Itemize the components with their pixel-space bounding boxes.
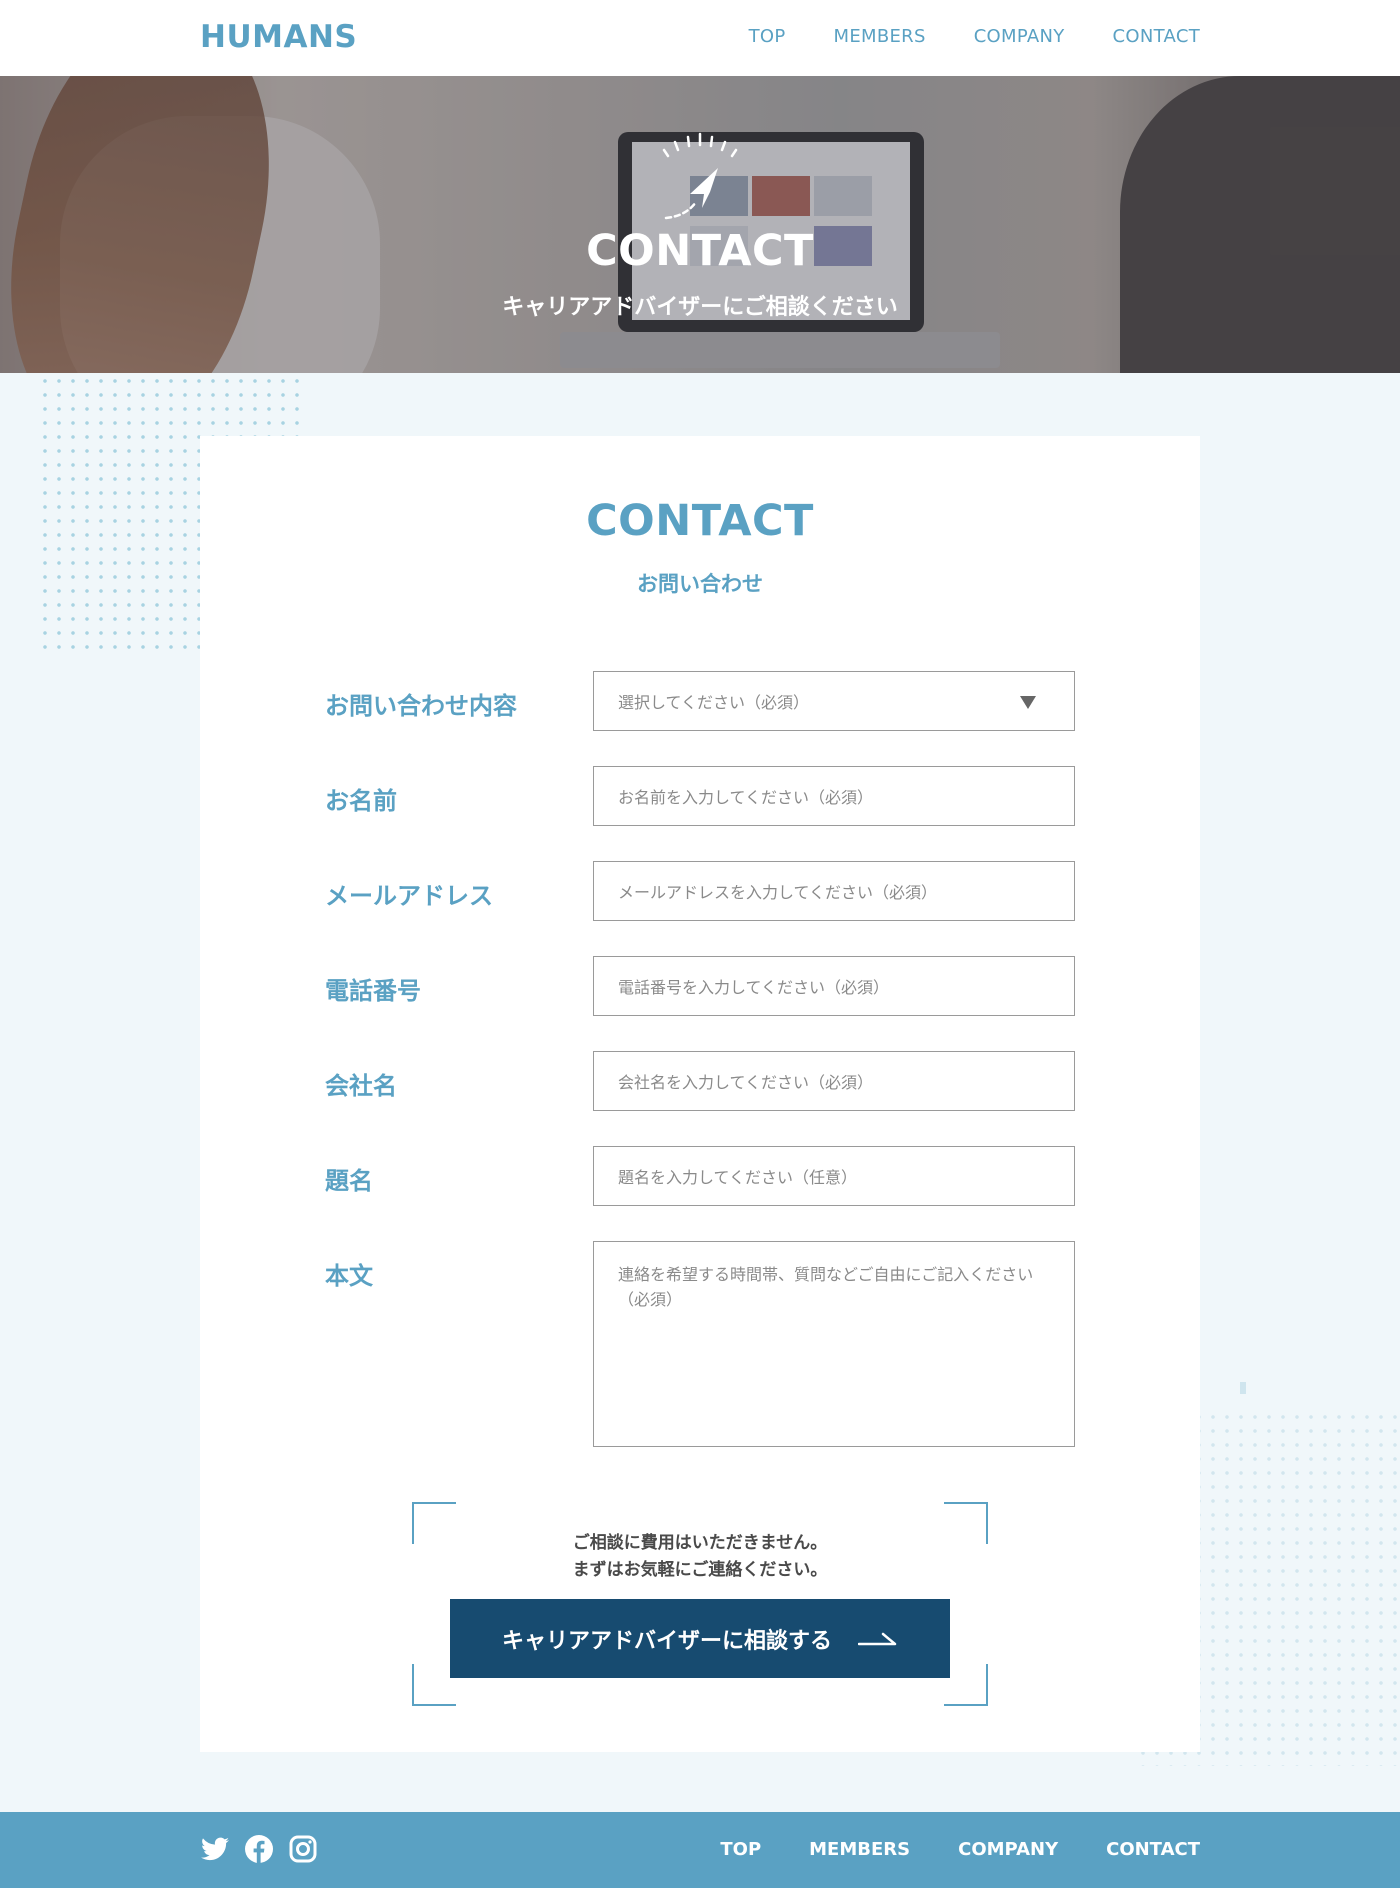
form-row-email: メールアドレス メールアドレスを入力してください（必須） [325, 861, 1075, 921]
form-row-phone: 電話番号 電話番号を入力してください（必須） [325, 956, 1075, 1016]
footer-nav-contact[interactable]: CONTACT [1106, 1839, 1200, 1860]
message-placeholder-line2: （必須） [618, 1290, 683, 1309]
email-label: メールアドレス [325, 882, 493, 910]
paper-plane-icon [662, 132, 738, 220]
phone-label: 電話番号 [325, 977, 421, 1005]
form-row-subject: 題名 題名を入力してください（任意） [325, 1146, 1075, 1206]
cta-note-line2: まずはお気軽にご連絡ください。 [572, 1560, 828, 1580]
footer-nav-members[interactable]: MEMBERS [809, 1839, 910, 1860]
submit-consult-button[interactable]: キャリアアドバイザーに相談する [450, 1599, 950, 1678]
contact-card: CONTACT お問い合わせ お問い合わせ内容 選択してください（必須） お名前… [200, 436, 1200, 1752]
nav-company[interactable]: COMPANY [974, 26, 1065, 47]
site-header: HUMANS TOP MEMBERS COMPANY CONTACT [0, 0, 1400, 76]
phone-input[interactable]: 電話番号を入力してください（必須） [593, 956, 1075, 1016]
footer-nav-company[interactable]: COMPANY [958, 1839, 1058, 1860]
section-title: CONTACT [586, 496, 814, 546]
message-placeholder: 連絡を希望する時間帯、質問などご自由にご記入ください （必須） [618, 1262, 1033, 1312]
hero-overlay [0, 76, 1400, 373]
message-placeholder-line1: 連絡を希望する時間帯、質問などご自由にご記入ください [618, 1265, 1034, 1284]
inquiry-type-placeholder: 選択してください（必須） [618, 693, 810, 712]
footer-nav-top[interactable]: TOP [720, 1839, 761, 1860]
phone-placeholder: 電話番号を入力してください（必須） [618, 978, 890, 997]
submit-consult-label: キャリアアドバイザーに相談する [501, 1628, 832, 1654]
nav-members[interactable]: MEMBERS [833, 26, 925, 47]
main-nav: TOP MEMBERS COMPANY CONTACT [749, 26, 1200, 47]
decorative-mark [1240, 1382, 1246, 1394]
subject-input[interactable]: 題名を入力してください（任意） [593, 1146, 1075, 1206]
section-subtitle: お問い合わせ [637, 572, 763, 596]
social-links [200, 1834, 318, 1864]
footer-nav: TOP MEMBERS COMPANY CONTACT [720, 1839, 1200, 1860]
form-row-message: 本文 連絡を希望する時間帯、質問などご自由にご記入ください （必須） [325, 1241, 1075, 1447]
email-placeholder: メールアドレスを入力してください（必須） [618, 883, 938, 902]
inquiry-type-select[interactable]: 選択してください（必須） [593, 671, 1075, 731]
subject-placeholder: 題名を入力してください（任意） [618, 1168, 858, 1187]
hero-subtitle: キャリアアドバイザーにご相談ください [502, 295, 898, 320]
company-label: 会社名 [325, 1072, 397, 1100]
chevron-down-icon [1020, 696, 1036, 709]
cta-note: ご相談に費用はいただきません。 まずはお気軽にご連絡ください。 [200, 1530, 1200, 1584]
form-row-inquiry-type: お問い合わせ内容 選択してください（必須） [325, 671, 1075, 731]
cta-note-line1: ご相談に費用はいただきません。 [572, 1533, 828, 1553]
bracket-decoration [944, 1664, 988, 1706]
site-footer: TOP MEMBERS COMPANY CONTACT [0, 1812, 1400, 1888]
form-row-company: 会社名 会社名を入力してください（必須） [325, 1051, 1075, 1111]
message-textarea[interactable]: 連絡を希望する時間帯、質問などご自由にご記入ください （必須） [593, 1241, 1075, 1447]
nav-contact[interactable]: CONTACT [1113, 26, 1200, 47]
twitter-icon[interactable] [200, 1834, 230, 1864]
name-placeholder: お名前を入力してください（必須） [618, 788, 874, 807]
form-row-name: お名前 お名前を入力してください（必須） [325, 766, 1075, 826]
message-label: 本文 [325, 1262, 373, 1290]
subject-label: 題名 [325, 1167, 373, 1195]
email-input[interactable]: メールアドレスを入力してください（必須） [593, 861, 1075, 921]
facebook-icon[interactable] [244, 1834, 274, 1864]
instagram-icon[interactable] [288, 1834, 318, 1864]
nav-top[interactable]: TOP [749, 26, 786, 47]
company-placeholder: 会社名を入力してください（必須） [618, 1073, 874, 1092]
hero-banner [0, 76, 1400, 373]
hero-title: CONTACT [586, 226, 814, 276]
arrow-right-icon [858, 1632, 897, 1645]
name-input[interactable]: お名前を入力してください（必須） [593, 766, 1075, 826]
name-label: お名前 [325, 787, 397, 815]
inquiry-type-label: お問い合わせ内容 [325, 692, 517, 720]
logo[interactable]: HUMANS [200, 19, 357, 55]
company-input[interactable]: 会社名を入力してください（必須） [593, 1051, 1075, 1111]
